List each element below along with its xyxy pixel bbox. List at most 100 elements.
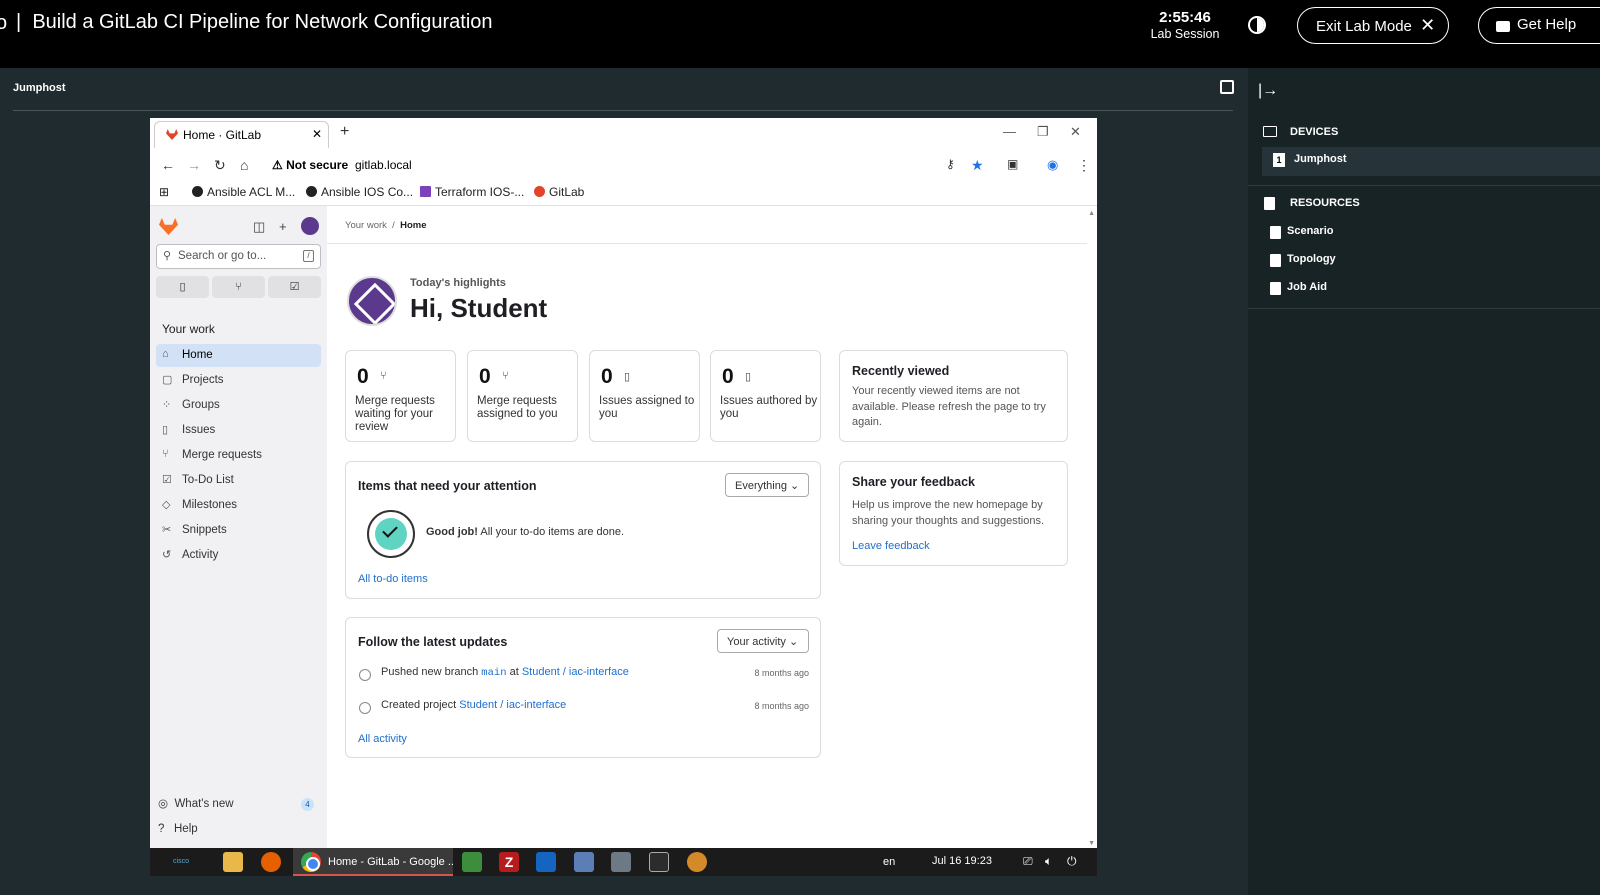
minimize-icon[interactable]: —	[1003, 124, 1016, 139]
search-icon: ⚲	[163, 250, 172, 262]
sidebar-item-label: Activity	[182, 549, 219, 561]
sidebar-item-snippets[interactable]: ✂ Snippets	[156, 519, 321, 542]
create-new-icon[interactable]: +	[279, 219, 287, 234]
file-manager-icon[interactable]	[223, 852, 243, 872]
sidebar-item-projects[interactable]: ▢ Projects	[156, 369, 321, 392]
checkmark	[382, 522, 398, 538]
terminal-green-icon[interactable]	[462, 852, 482, 872]
chevron-down-icon: ⌄	[790, 480, 800, 492]
scroll-up-icon[interactable]: ▲	[1088, 210, 1095, 217]
stat-card-issues-assigned[interactable]: 0 ▯ Issues assigned to you	[589, 350, 700, 442]
home-icon[interactable]: ⌂	[240, 157, 248, 173]
breadcrumb-parent[interactable]: Your work	[345, 220, 387, 231]
timer-value: 2:55:46	[1159, 9, 1211, 26]
menu-icon[interactable]: ⋮	[1077, 157, 1091, 174]
whats-new-link[interactable]: ◎ What's new	[158, 796, 234, 810]
forward-icon[interactable]: →	[187, 157, 201, 173]
maximize-icon[interactable]: ❐	[1037, 124, 1049, 140]
security-indicator[interactable]: ⚠ Not secure	[272, 158, 348, 172]
popout-icon[interactable]	[1220, 80, 1234, 94]
resource-job-aid[interactable]: Job Aid	[1287, 281, 1327, 293]
gitlab-logo-icon[interactable]	[159, 218, 178, 235]
card-title: Share your feedback	[852, 475, 975, 489]
address-bar: ← → ↻ ⌂ ⚠ Not secure gitlab.local ⚷ ★ ▣ …	[150, 148, 1097, 182]
merge-requests-shortcut-button[interactable]: ⑂	[212, 276, 265, 298]
project-link[interactable]: Student / iac-interface	[522, 666, 629, 678]
get-help-button[interactable]: Get Help	[1478, 7, 1600, 44]
keyboard-language[interactable]: en	[883, 856, 895, 868]
bookmark-ansible-ios[interactable]: Ansible IOS Co...	[306, 185, 413, 199]
network-tool-icon[interactable]	[574, 852, 594, 872]
bookmarks-bar: ⊞ Ansible ACL M... Ansible IOS Co... Ter…	[150, 182, 1097, 204]
issues-icon: ▯	[162, 424, 169, 436]
sidebar-item-todo-list[interactable]: ☑ To-Do List	[156, 469, 321, 492]
volume-icon[interactable]: 🔈︎	[1045, 854, 1052, 869]
project-link[interactable]: Student / iac-interface	[459, 699, 566, 711]
activity-filter-dropdown[interactable]: Your activity ⌄	[717, 629, 809, 653]
sidebar-item-issues[interactable]: ▯ Issues	[156, 419, 321, 442]
firefox-icon[interactable]	[261, 852, 281, 872]
url-input[interactable]: gitlab.local	[355, 158, 412, 172]
app-icon[interactable]	[687, 852, 707, 872]
power-icon[interactable]: ⏻	[1067, 854, 1077, 869]
back-icon[interactable]: ←	[161, 157, 175, 173]
sidebar-item-milestones[interactable]: ◇ Milestones	[156, 494, 321, 517]
close-tab-icon[interactable]: ✕	[312, 127, 322, 141]
profile-icon[interactable]: ◉	[1047, 157, 1058, 173]
toggle-sidebar-icon[interactable]: ◫	[253, 219, 265, 235]
stat-card-mr-review[interactable]: 0 ⑂ Merge requests waiting for your revi…	[345, 350, 456, 442]
password-key-icon[interactable]: ⚷	[946, 157, 955, 171]
network-icon[interactable]: ⎚	[1023, 854, 1033, 869]
wireshark-icon[interactable]	[536, 852, 556, 872]
stat-card-issues-authored[interactable]: 0 ▯ Issues authored by you	[710, 350, 821, 442]
user-avatar-large	[347, 276, 397, 326]
scroll-down-icon[interactable]: ▼	[1088, 840, 1095, 847]
all-todo-items-link[interactable]: All to-do items	[358, 572, 428, 588]
sidebar-item-merge-requests[interactable]: ⑂ Merge requests	[156, 444, 321, 467]
branch-name[interactable]: main	[481, 667, 506, 679]
cast-icon[interactable]: ▣	[1007, 157, 1018, 171]
main-content: Your work / Home ▲ ▼ Today's highlights …	[327, 206, 1097, 848]
bookmark-ansible-acl[interactable]: Ansible ACL M...	[192, 185, 295, 199]
gitlab-sidebar: ◫ + ⚲ Search or go to... / ▯ ⑂ ☑ Your wo…	[150, 206, 327, 848]
stat-label: Merge requests waiting for your review	[355, 395, 435, 433]
apps-grid-icon[interactable]: ⊞	[159, 185, 169, 199]
collapse-panel-icon[interactable]: |→	[1258, 82, 1278, 100]
stat-value: 0	[357, 365, 369, 388]
whats-new-count-badge: 4	[301, 798, 314, 811]
bookmark-terraform[interactable]: Terraform IOS-...	[420, 185, 524, 199]
new-tab-icon[interactable]: +	[340, 123, 349, 141]
remote-desktop-icon[interactable]	[611, 852, 631, 872]
taskbar-clock[interactable]: Jul 16 19:23	[932, 855, 992, 867]
sidebar-item-home[interactable]: ⌂ Home	[156, 344, 321, 367]
search-input[interactable]: ⚲ Search or go to... /	[156, 244, 321, 269]
reload-icon[interactable]: ↻	[214, 157, 226, 174]
stat-label: Issues authored by you	[720, 395, 818, 420]
stat-card-mr-assigned[interactable]: 0 ⑂ Merge requests assigned to you	[467, 350, 578, 442]
all-activity-link[interactable]: All activity	[358, 732, 407, 748]
start-menu-icon[interactable]: cisco	[171, 852, 191, 872]
leave-feedback-link[interactable]: Leave feedback	[852, 539, 930, 555]
search-placeholder: Search or go to...	[178, 250, 267, 262]
filezilla-icon[interactable]: Z	[499, 852, 519, 872]
feedback-card: Share your feedback Help us improve the …	[839, 461, 1068, 566]
sidebar-item-activity[interactable]: ↺ Activity	[156, 544, 321, 567]
attention-filter-dropdown[interactable]: Everything ⌄	[725, 473, 809, 497]
todo-shortcut-button[interactable]: ☑	[268, 276, 321, 298]
help-link[interactable]: ? Help	[158, 823, 198, 835]
resource-scenario[interactable]: Scenario	[1287, 225, 1333, 237]
terminal-icon[interactable]	[649, 852, 669, 872]
issues-shortcut-button[interactable]: ▯	[156, 276, 209, 298]
user-avatar[interactable]	[301, 217, 319, 235]
bookmark-gitlab[interactable]: GitLab	[534, 185, 584, 199]
slash-shortcut-icon: /	[303, 250, 314, 262]
exit-lab-mode-button[interactable]: Exit Lab Mode ✕	[1297, 7, 1449, 44]
sidebar-item-groups[interactable]: ⁘ Groups	[156, 394, 321, 417]
bookmark-star-icon[interactable]: ★	[971, 157, 984, 174]
browser-tab[interactable]: Home · GitLab ✕	[154, 121, 329, 148]
close-window-icon[interactable]: ✕	[1070, 124, 1081, 140]
contrast-icon[interactable]	[1248, 16, 1266, 34]
resource-topology[interactable]: Topology	[1287, 253, 1336, 265]
ansible-icon	[306, 186, 317, 197]
taskbar-chrome-window[interactable]: Home - GitLab - Google ...	[293, 848, 453, 876]
